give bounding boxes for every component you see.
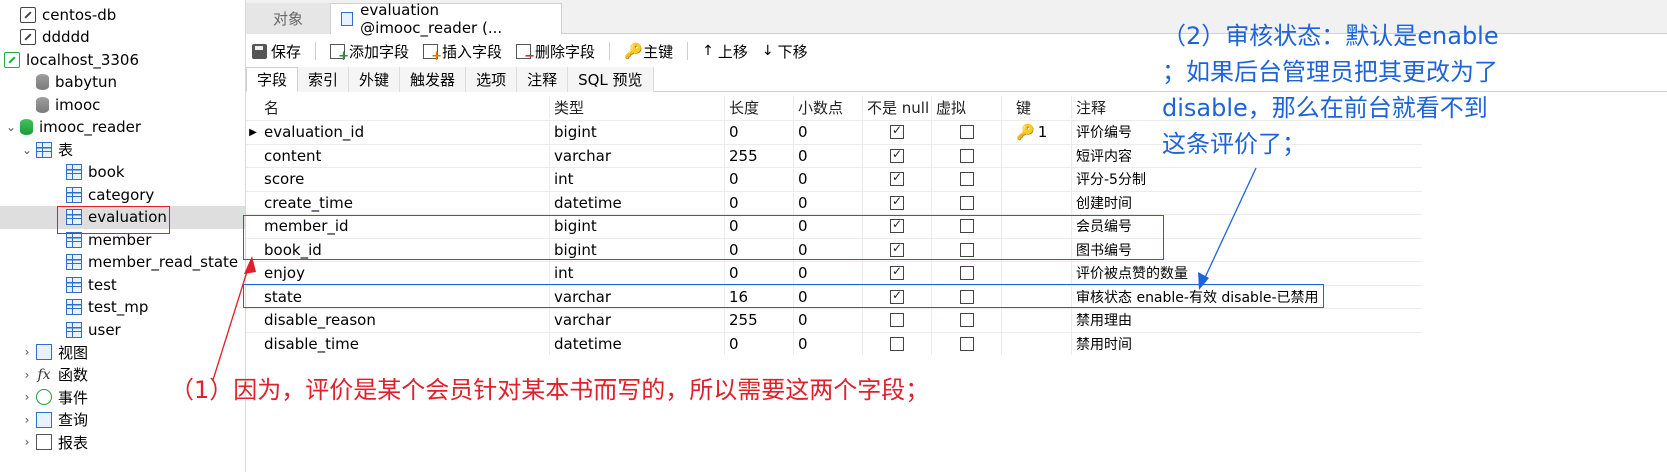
annotation-note-2: （2）审核状态：默认是enable ；如果后台管理员把其更改为了 disable… xyxy=(1162,18,1562,162)
red-arrow-line xyxy=(212,261,251,381)
annotation-note-1: （1）因为，评价是某个会员针对某本书而写的，所以需要这两个字段； xyxy=(170,376,930,404)
annotation-note-2-line: disable，那么在前台就看不到 xyxy=(1162,94,1488,122)
blue-arrowhead xyxy=(1198,272,1209,290)
red-arrowhead xyxy=(244,256,256,274)
annotation-note-2-line: 这条评价了； xyxy=(1162,130,1306,158)
annotation-note-2-line: ；如果后台管理员把其更改为了 xyxy=(1162,58,1498,86)
annotation-note-2-line: （2）审核状态：默认是enable xyxy=(1162,22,1499,50)
blue-arrow-line xyxy=(1201,167,1257,285)
